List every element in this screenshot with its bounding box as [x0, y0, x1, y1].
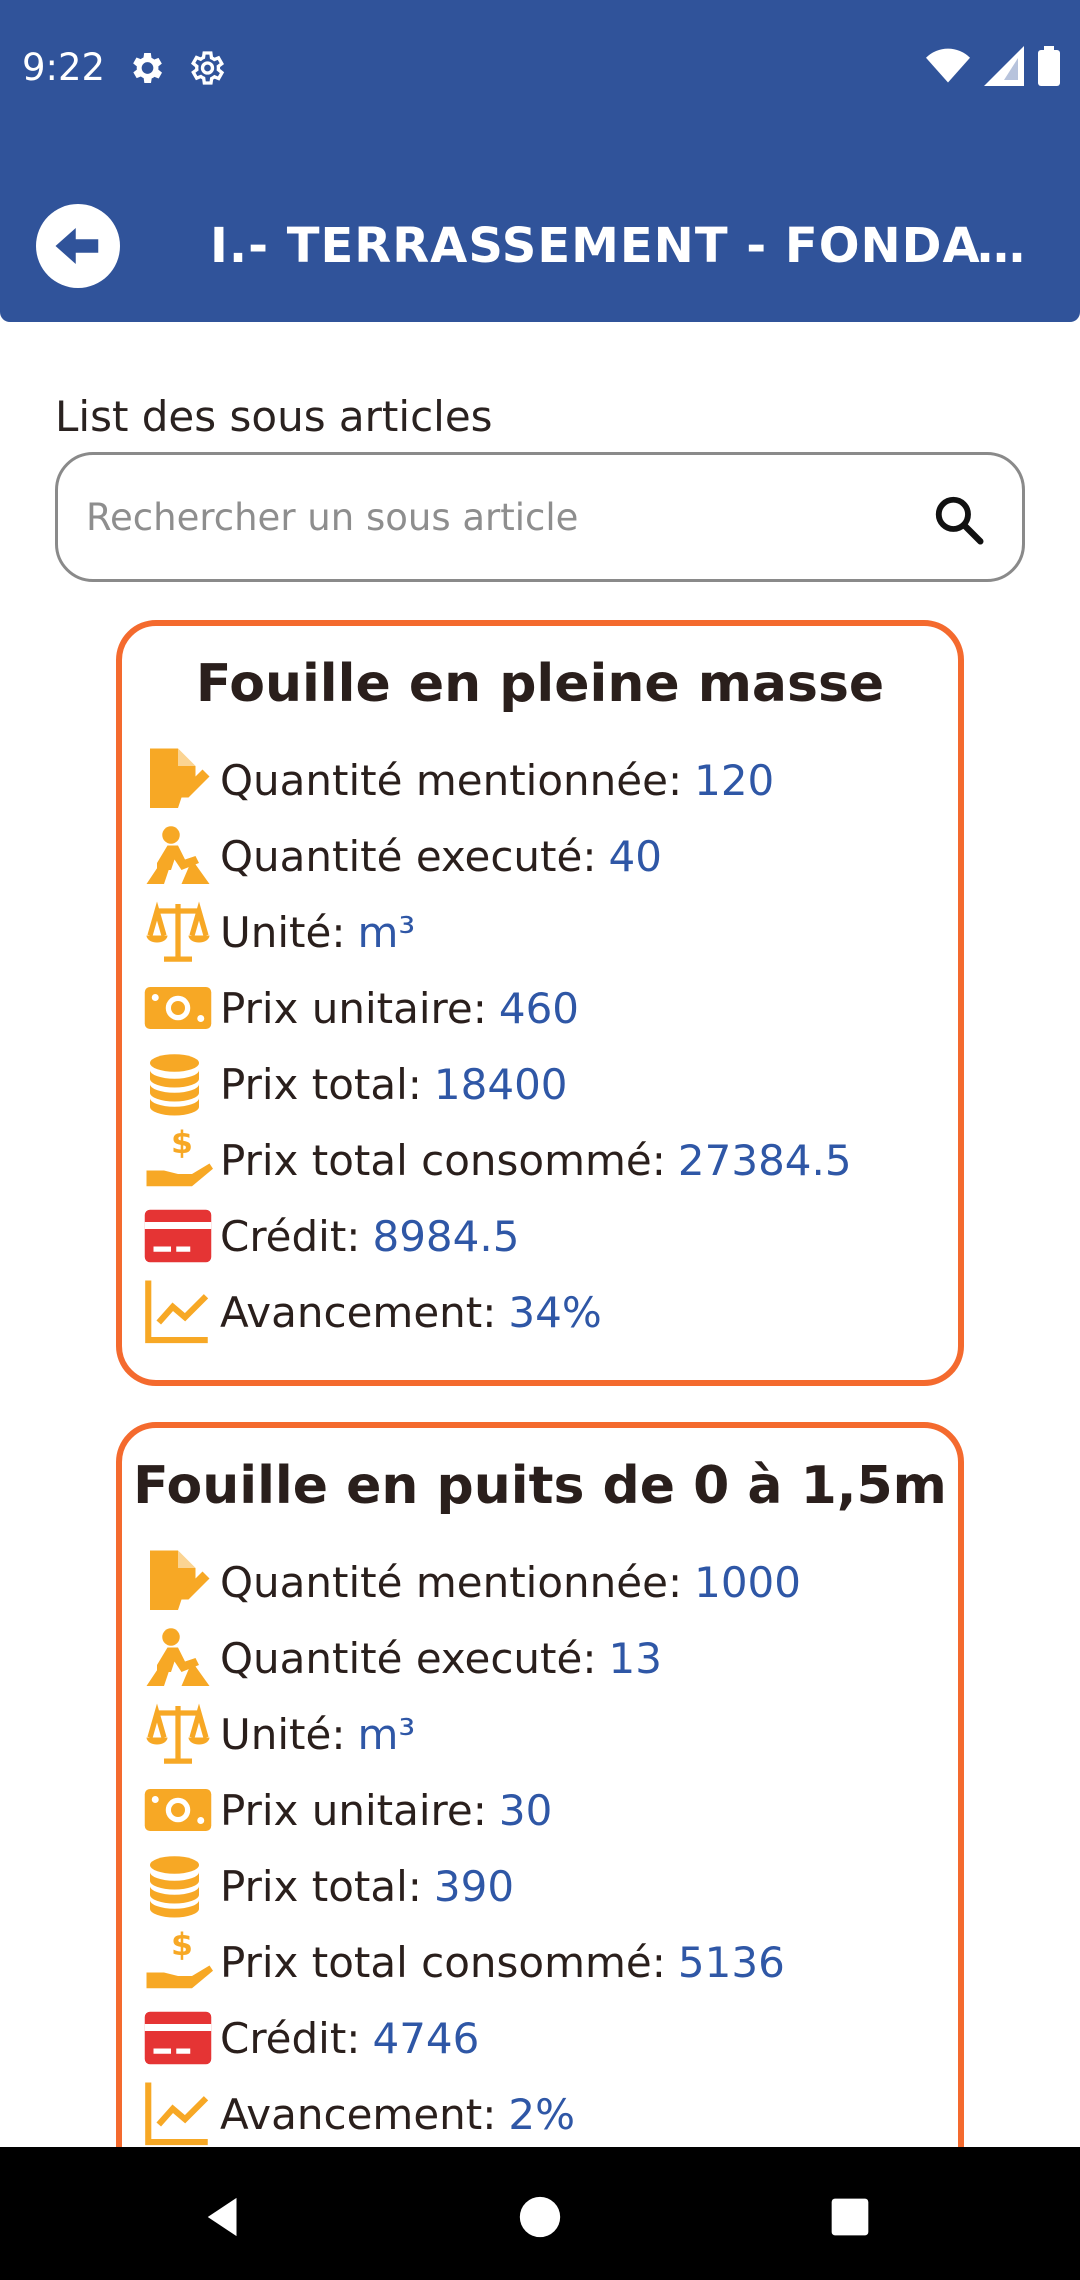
app-header: 9:22 I.- TERRASSEMENT - FONDATIONS [0, 0, 1080, 322]
row-value: 13 [608, 1633, 662, 1683]
status-time: 9:22 [22, 46, 106, 89]
battery-icon [1038, 46, 1060, 86]
back-button[interactable] [36, 204, 120, 288]
row-quantite-executee: Quantité executé: 40 [140, 818, 958, 894]
banknote-icon [144, 1789, 212, 1831]
row-label: Crédit: [220, 2013, 361, 2063]
row-label: Crédit: [220, 1211, 361, 1261]
row-quantite-mentionnee: Quantité mentionnée: 1000 [140, 1544, 958, 1620]
cellular-signal-icon [984, 46, 1024, 86]
status-indicators [926, 46, 1060, 86]
worker-digging-icon [146, 1628, 210, 1686]
chart-line-icon [140, 1277, 216, 1347]
row-value: 30 [498, 1785, 553, 1835]
coins-icon [150, 1054, 199, 1116]
row-value: 18400 [433, 1059, 568, 1109]
hand-dollar-icon [146, 1927, 213, 1989]
arrow-left-icon [55, 228, 99, 264]
nav-home-button[interactable] [500, 2177, 580, 2257]
chart-line-icon [140, 2079, 216, 2149]
search-input[interactable] [86, 455, 906, 579]
system-navigation-bar [0, 2147, 1080, 2280]
row-label: Quantité mentionnée: [220, 755, 683, 805]
row-value: 2% [508, 2089, 576, 2139]
card-title: Fouille en pleine masse [195, 654, 885, 714]
row-label: Quantité executé: [220, 1633, 597, 1683]
row-label: Prix total: [220, 1059, 422, 1109]
search-icon[interactable] [932, 493, 986, 547]
row-prix-unitaire: Prix unitaire: 30 [140, 1772, 958, 1848]
row-label: Unité: [220, 1709, 346, 1759]
nav-back-button[interactable] [185, 2177, 265, 2257]
scale-icon [140, 1699, 216, 1769]
row-credit: Crédit: 4746 [140, 2000, 958, 2076]
row-label: Prix total consommé: [220, 1135, 666, 1185]
row-label: Avancement: [220, 1287, 497, 1337]
row-value: 5136 [677, 1937, 785, 1987]
settings-icon [133, 53, 162, 83]
banknote-icon [144, 987, 212, 1029]
row-label: Prix total: [220, 1861, 422, 1911]
row-value: 27384.5 [677, 1135, 852, 1185]
row-credit: Crédit: 8984.5 [140, 1198, 958, 1274]
page-title: I.- TERRASSEMENT - FONDATIONS [210, 218, 1040, 274]
worker-digging-icon [146, 826, 210, 884]
row-value: 40 [608, 831, 662, 881]
settings-outline-icon [191, 51, 225, 85]
row-avancement: Avancement: 2% [140, 2076, 958, 2152]
document-edit-icon [150, 748, 210, 808]
square-recents-icon [831, 2198, 869, 2236]
row-prix-total-consomme: Prix total consommé: 5136 [140, 1924, 958, 2000]
hand-dollar-icon [146, 1125, 213, 1187]
row-label: Avancement: [220, 2089, 497, 2139]
row-value: 8984.5 [372, 1211, 520, 1261]
row-avancement: Avancement: 34% [140, 1274, 958, 1350]
row-prix-unitaire: Prix unitaire: 460 [140, 970, 958, 1046]
row-value: 460 [498, 983, 580, 1033]
row-unite: Unité: m³ [140, 1696, 958, 1772]
row-label: Prix total consommé: [220, 1937, 666, 1987]
wifi-icon [926, 48, 970, 83]
row-value: m³ [357, 907, 416, 957]
row-label: Unité: [220, 907, 346, 957]
row-label: Prix unitaire: [220, 983, 487, 1033]
scale-icon [140, 897, 216, 967]
row-value: 34% [508, 1287, 602, 1337]
row-quantite-executee: Quantité executé: 13 [140, 1620, 958, 1696]
triangle-back-icon [207, 2197, 237, 2237]
nav-recents-button[interactable] [810, 2177, 890, 2257]
row-value: 120 [694, 755, 775, 805]
search-field[interactable] [55, 452, 1025, 582]
row-unite: Unité: m³ [140, 894, 958, 970]
row-prix-total-consomme: Prix total consommé: 27384.5 [140, 1122, 958, 1198]
row-label: Quantité mentionnée: [220, 1557, 683, 1607]
row-prix-total: Prix total: 390 [140, 1848, 958, 1924]
document-edit-icon [150, 1550, 210, 1610]
card-title: Fouille en puits de 0 à 1,5m [133, 1456, 947, 1516]
row-value: 4746 [372, 2013, 480, 2063]
credit-card-icon [144, 1209, 212, 1263]
coins-icon [150, 1856, 199, 1918]
section-label: List des sous articles [55, 392, 493, 441]
row-quantite-mentionnee: Quantité mentionnée: 120 [140, 742, 958, 818]
row-value: 1000 [694, 1557, 801, 1607]
row-label: Prix unitaire: [220, 1785, 487, 1835]
row-value: m³ [357, 1709, 416, 1759]
circle-home-icon [519, 2196, 561, 2238]
row-value: 390 [433, 1861, 515, 1911]
sub-article-card[interactable]: Fouille en pleine masse Quantité mention… [116, 620, 964, 1386]
row-label: Quantité executé: [220, 831, 597, 881]
row-prix-total: Prix total: 18400 [140, 1046, 958, 1122]
credit-card-icon [144, 2011, 212, 2065]
